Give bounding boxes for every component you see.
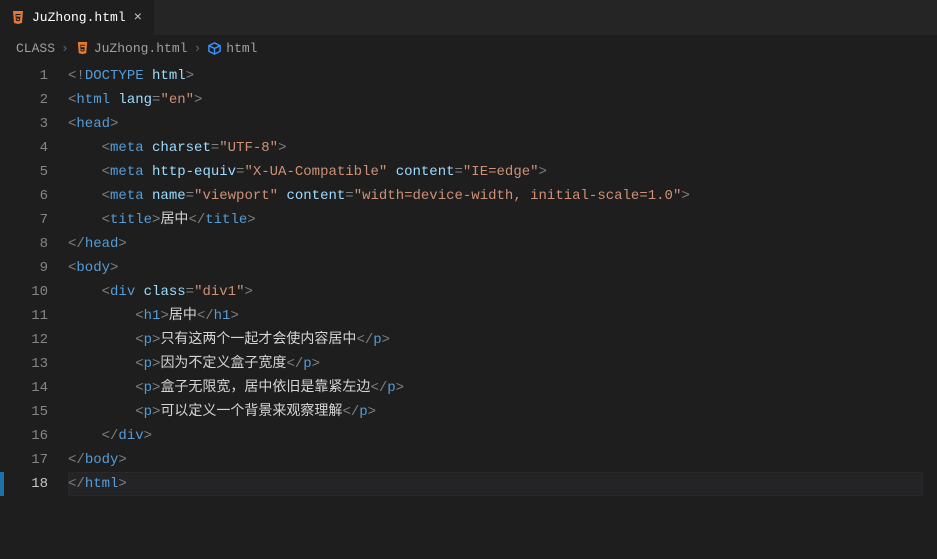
- code-line[interactable]: </head>: [68, 232, 923, 256]
- line-number: 1: [0, 64, 48, 88]
- line-number: 18: [0, 472, 48, 496]
- code-line[interactable]: <p>可以定义一个背景来观察理解</p>: [68, 400, 923, 424]
- line-number: 8: [0, 232, 48, 256]
- line-number: 12: [0, 328, 48, 352]
- tab-close-button[interactable]: ×: [132, 8, 144, 28]
- line-number: 11: [0, 304, 48, 328]
- line-number: 3: [0, 112, 48, 136]
- code-line[interactable]: <!DOCTYPE html>: [68, 64, 923, 88]
- chevron-right-icon: ›: [59, 41, 71, 56]
- line-number: 5: [0, 160, 48, 184]
- code-line[interactable]: <p>盒子无限宽，居中依旧是靠紧左边</p>: [68, 376, 923, 400]
- breadcrumb-label: CLASS: [16, 41, 55, 56]
- line-number: 2: [0, 88, 48, 112]
- line-number: 13: [0, 352, 48, 376]
- code-line[interactable]: <body>: [68, 256, 923, 280]
- code-line[interactable]: </div>: [68, 424, 923, 448]
- code-line[interactable]: <meta charset="UTF-8">: [68, 136, 923, 160]
- code-line[interactable]: <div class="div1">: [68, 280, 923, 304]
- code-line[interactable]: <html lang="en">: [68, 88, 923, 112]
- line-number: 14: [0, 376, 48, 400]
- breadcrumbs: CLASS › JuZhong.html › html: [0, 35, 937, 61]
- breadcrumb-label: JuZhong.html: [94, 41, 188, 56]
- code-line[interactable]: <title>居中</title>: [68, 208, 923, 232]
- line-number: 6: [0, 184, 48, 208]
- element-icon: [207, 41, 222, 56]
- tab-filename: JuZhong.html: [32, 10, 126, 25]
- tab-bar: JuZhong.html ×: [0, 0, 937, 35]
- current-line-marker: [0, 472, 4, 496]
- code-area[interactable]: <!DOCTYPE html><html lang="en"><head> <m…: [68, 61, 923, 559]
- code-line[interactable]: <head>: [68, 112, 923, 136]
- code-line[interactable]: <meta http-equiv="X-UA-Compatible" conte…: [68, 160, 923, 184]
- chevron-right-icon: ›: [191, 41, 203, 56]
- line-number: 7: [0, 208, 48, 232]
- line-number: 15: [0, 400, 48, 424]
- html-file-icon: [75, 41, 90, 56]
- breadcrumb-label: html: [226, 41, 257, 56]
- html-file-icon: [10, 10, 26, 26]
- line-number: 9: [0, 256, 48, 280]
- code-line[interactable]: <h1>居中</h1>: [68, 304, 923, 328]
- breadcrumb-folder[interactable]: CLASS: [16, 41, 55, 56]
- line-number: 10: [0, 280, 48, 304]
- editor-tab[interactable]: JuZhong.html ×: [0, 0, 155, 35]
- code-line[interactable]: <p>因为不定义盒子宽度</p>: [68, 352, 923, 376]
- breadcrumb-file[interactable]: JuZhong.html: [75, 41, 188, 56]
- line-number: 4: [0, 136, 48, 160]
- line-number-gutter: 123456789101112131415161718: [0, 61, 68, 559]
- code-editor[interactable]: 123456789101112131415161718 <!DOCTYPE ht…: [0, 61, 937, 559]
- code-line[interactable]: </body>: [68, 448, 923, 472]
- line-number: 17: [0, 448, 48, 472]
- code-line[interactable]: <p>只有这两个一起才会使内容居中</p>: [68, 328, 923, 352]
- line-number: 16: [0, 424, 48, 448]
- scrollbar[interactable]: [923, 61, 937, 559]
- code-line[interactable]: </html>: [68, 472, 923, 496]
- breadcrumb-symbol[interactable]: html: [207, 41, 257, 56]
- code-line[interactable]: <meta name="viewport" content="width=dev…: [68, 184, 923, 208]
